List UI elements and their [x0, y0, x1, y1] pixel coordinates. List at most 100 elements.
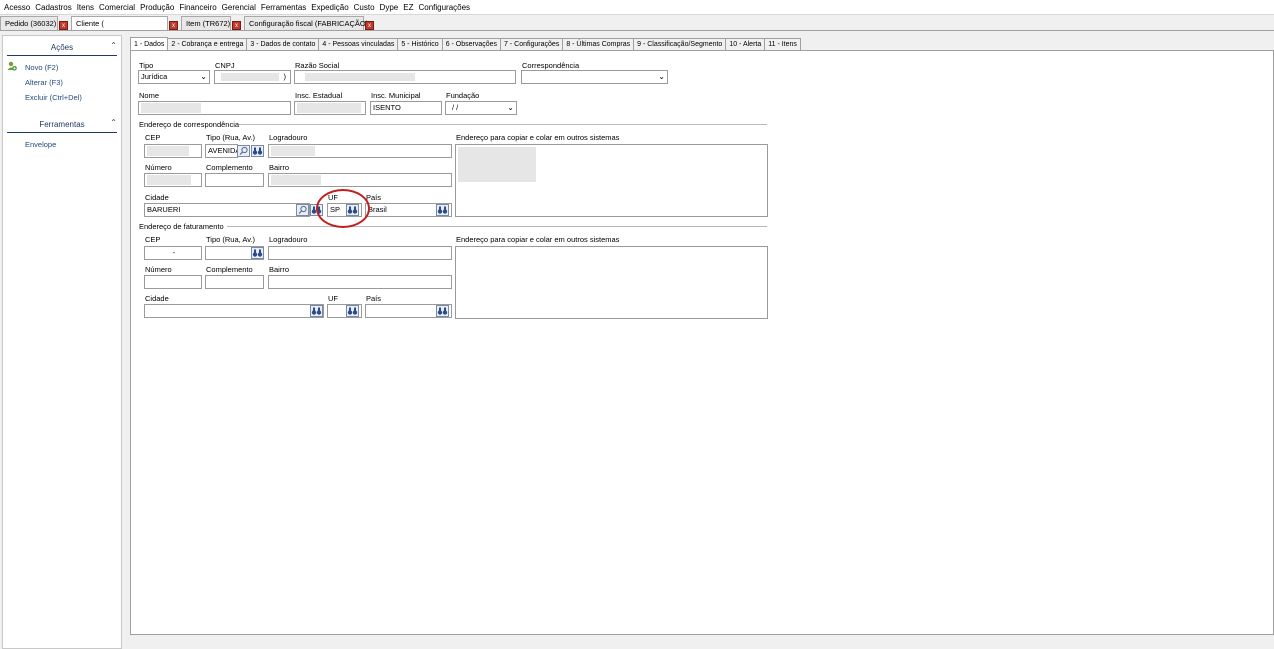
- collapse-ferramentas-icon[interactable]: ⌃: [110, 118, 117, 127]
- bairro-field[interactable]: [268, 173, 452, 187]
- find-tipo-button[interactable]: [251, 145, 264, 157]
- search-cidade-button[interactable]: [296, 204, 309, 216]
- fat-find-tipo-button[interactable]: [251, 247, 264, 259]
- insc-municipal-field[interactable]: ISENTO: [370, 101, 442, 115]
- fat-complemento-label: Complemento: [206, 265, 253, 274]
- razao-social-field[interactable]: [294, 70, 516, 84]
- close-tab-pedido-icon[interactable]: x: [59, 21, 68, 30]
- fat-uf-label: UF: [328, 294, 338, 303]
- binoculars-icon: [347, 307, 358, 315]
- chevron-down-icon: ⌄: [200, 72, 207, 81]
- tab-dados[interactable]: 1 - Dados: [130, 37, 169, 50]
- fat-complemento-field[interactable]: [205, 275, 264, 289]
- fat-find-pais-button[interactable]: [436, 305, 449, 317]
- tab-observacoes[interactable]: 6 - Observações: [441, 38, 502, 50]
- copy-address-textarea[interactable]: [455, 144, 768, 217]
- tab-ultimas-compras[interactable]: 8 - Últimas Compras: [562, 38, 635, 50]
- correspondencia-select[interactable]: ⌄: [521, 70, 668, 84]
- menu-acesso[interactable]: Acesso: [4, 3, 30, 12]
- menu-bar: Acesso Cadastros Itens Comercial Produçã…: [0, 0, 1274, 15]
- close-tab-config-icon[interactable]: x: [365, 21, 374, 30]
- tab-configuracoes[interactable]: 7 - Configurações: [500, 38, 564, 50]
- tipo-rua-field[interactable]: AVENIDA: [205, 144, 238, 158]
- redacted-value: [458, 147, 536, 182]
- fat-cidade-field[interactable]: [144, 304, 324, 318]
- redacted-value: [271, 175, 321, 185]
- menu-producao[interactable]: Produção: [140, 3, 174, 12]
- menu-ferramentas[interactable]: Ferramentas: [261, 3, 306, 12]
- fundacao-date-picker[interactable]: / / ⌄: [445, 101, 517, 115]
- tipo-select[interactable]: Jurídica ⌄: [138, 70, 210, 84]
- fat-logradouro-label: Logradouro: [269, 235, 308, 244]
- ferramentas-header[interactable]: Ferramentas ⌃: [3, 117, 121, 131]
- tipo-label: Tipo: [139, 61, 154, 70]
- search-icon: [239, 146, 248, 155]
- cidade-field[interactable]: BARUERI: [144, 203, 310, 217]
- alterar-action[interactable]: Alterar (F3): [25, 78, 63, 87]
- doc-tab-pedido[interactable]: Pedido (36032): [0, 16, 58, 30]
- acoes-header[interactable]: Ações ⌃: [3, 40, 121, 54]
- insc-estadual-label: Insc. Estadual: [295, 91, 343, 100]
- envelope-tool[interactable]: Envelope: [25, 140, 56, 149]
- fat-bairro-field[interactable]: [268, 275, 452, 289]
- nome-field[interactable]: [138, 101, 291, 115]
- tab-dados-contato[interactable]: 3 - Dados de contato: [246, 38, 320, 50]
- menu-gerencial[interactable]: Gerencial: [222, 3, 256, 12]
- cidade-label: Cidade: [145, 193, 169, 202]
- razao-social-label: Razão Social: [295, 61, 340, 70]
- tab-itens[interactable]: 11 - Itens: [764, 38, 801, 50]
- uf-highlight-circle: [316, 189, 370, 228]
- excluir-action[interactable]: Excluir (Ctrl+Del): [25, 93, 82, 102]
- search-tipo-button[interactable]: [237, 145, 250, 157]
- collapse-acoes-icon[interactable]: ⌃: [110, 41, 117, 50]
- fat-find-cidade-button[interactable]: [310, 305, 323, 317]
- menu-cadastros[interactable]: Cadastros: [35, 3, 71, 12]
- fat-cep-label: CEP: [145, 235, 161, 244]
- doc-tab-cliente[interactable]: Cliente (: [71, 16, 168, 30]
- menu-comercial[interactable]: Comercial: [99, 3, 135, 12]
- logradouro-field[interactable]: [268, 144, 452, 158]
- insc-estadual-field[interactable]: [294, 101, 366, 115]
- tab-historico[interactable]: 5 - Histórico: [397, 38, 443, 50]
- redacted-value: [305, 73, 415, 81]
- chevron-down-icon: ⌄: [658, 72, 665, 81]
- doc-tab-item[interactable]: Item (TR672): [181, 16, 231, 30]
- tab-pessoas-vinculadas[interactable]: 4 - Pessoas vinculadas: [318, 38, 399, 50]
- group-divider: [239, 124, 767, 125]
- find-pais-button[interactable]: [436, 204, 449, 216]
- complemento-field[interactable]: [205, 173, 264, 187]
- tab-alerta[interactable]: 10 - Alerta: [725, 38, 766, 50]
- tab-cobranca-entrega[interactable]: 2 - Cobrança e entrega: [167, 38, 248, 50]
- doc-tab-configuracao-fiscal[interactable]: Configuração fiscal (FABRICAÇÃO): [244, 16, 368, 30]
- menu-expedicao[interactable]: Expedição: [311, 3, 348, 12]
- novo-action[interactable]: Novo (F2): [25, 63, 58, 72]
- cep-field[interactable]: [144, 144, 202, 158]
- fat-copy-address-textarea[interactable]: [455, 246, 768, 319]
- chevron-down-icon: ⌄: [507, 103, 514, 112]
- binoculars-icon: [252, 147, 263, 155]
- fat-cep-field[interactable]: -: [144, 246, 202, 260]
- cnpj-field[interactable]: ): [214, 70, 291, 84]
- redacted-value: [141, 103, 201, 113]
- add-user-icon: [7, 61, 17, 71]
- numero-field[interactable]: [144, 173, 202, 187]
- menu-ez[interactable]: EZ: [403, 3, 413, 12]
- search-icon: [298, 205, 307, 214]
- logradouro-label: Logradouro: [269, 133, 308, 142]
- close-tab-cliente-icon[interactable]: x: [169, 21, 178, 30]
- close-tab-item-icon[interactable]: x: [232, 21, 241, 30]
- fat-find-uf-button[interactable]: [346, 305, 359, 317]
- fat-numero-field[interactable]: [144, 275, 202, 289]
- binoculars-icon: [311, 307, 322, 315]
- group-divider: [227, 226, 767, 227]
- nome-label: Nome: [139, 91, 160, 100]
- menu-financeiro[interactable]: Financeiro: [179, 3, 216, 12]
- menu-itens[interactable]: Itens: [77, 3, 94, 12]
- tab-classificacao-segmento[interactable]: 9 - Classificação/Segmento: [633, 38, 727, 50]
- actions-sidebar: Ações ⌃ Novo (F2) Alterar (F3) Excluir (…: [2, 35, 122, 649]
- menu-dype[interactable]: Dype: [380, 3, 399, 12]
- fat-logradouro-field[interactable]: [268, 246, 452, 260]
- menu-custo[interactable]: Custo: [354, 3, 375, 12]
- menu-configuracoes[interactable]: Configurações: [418, 3, 470, 12]
- tipo-rua-label: Tipo (Rua, Av.): [206, 133, 256, 142]
